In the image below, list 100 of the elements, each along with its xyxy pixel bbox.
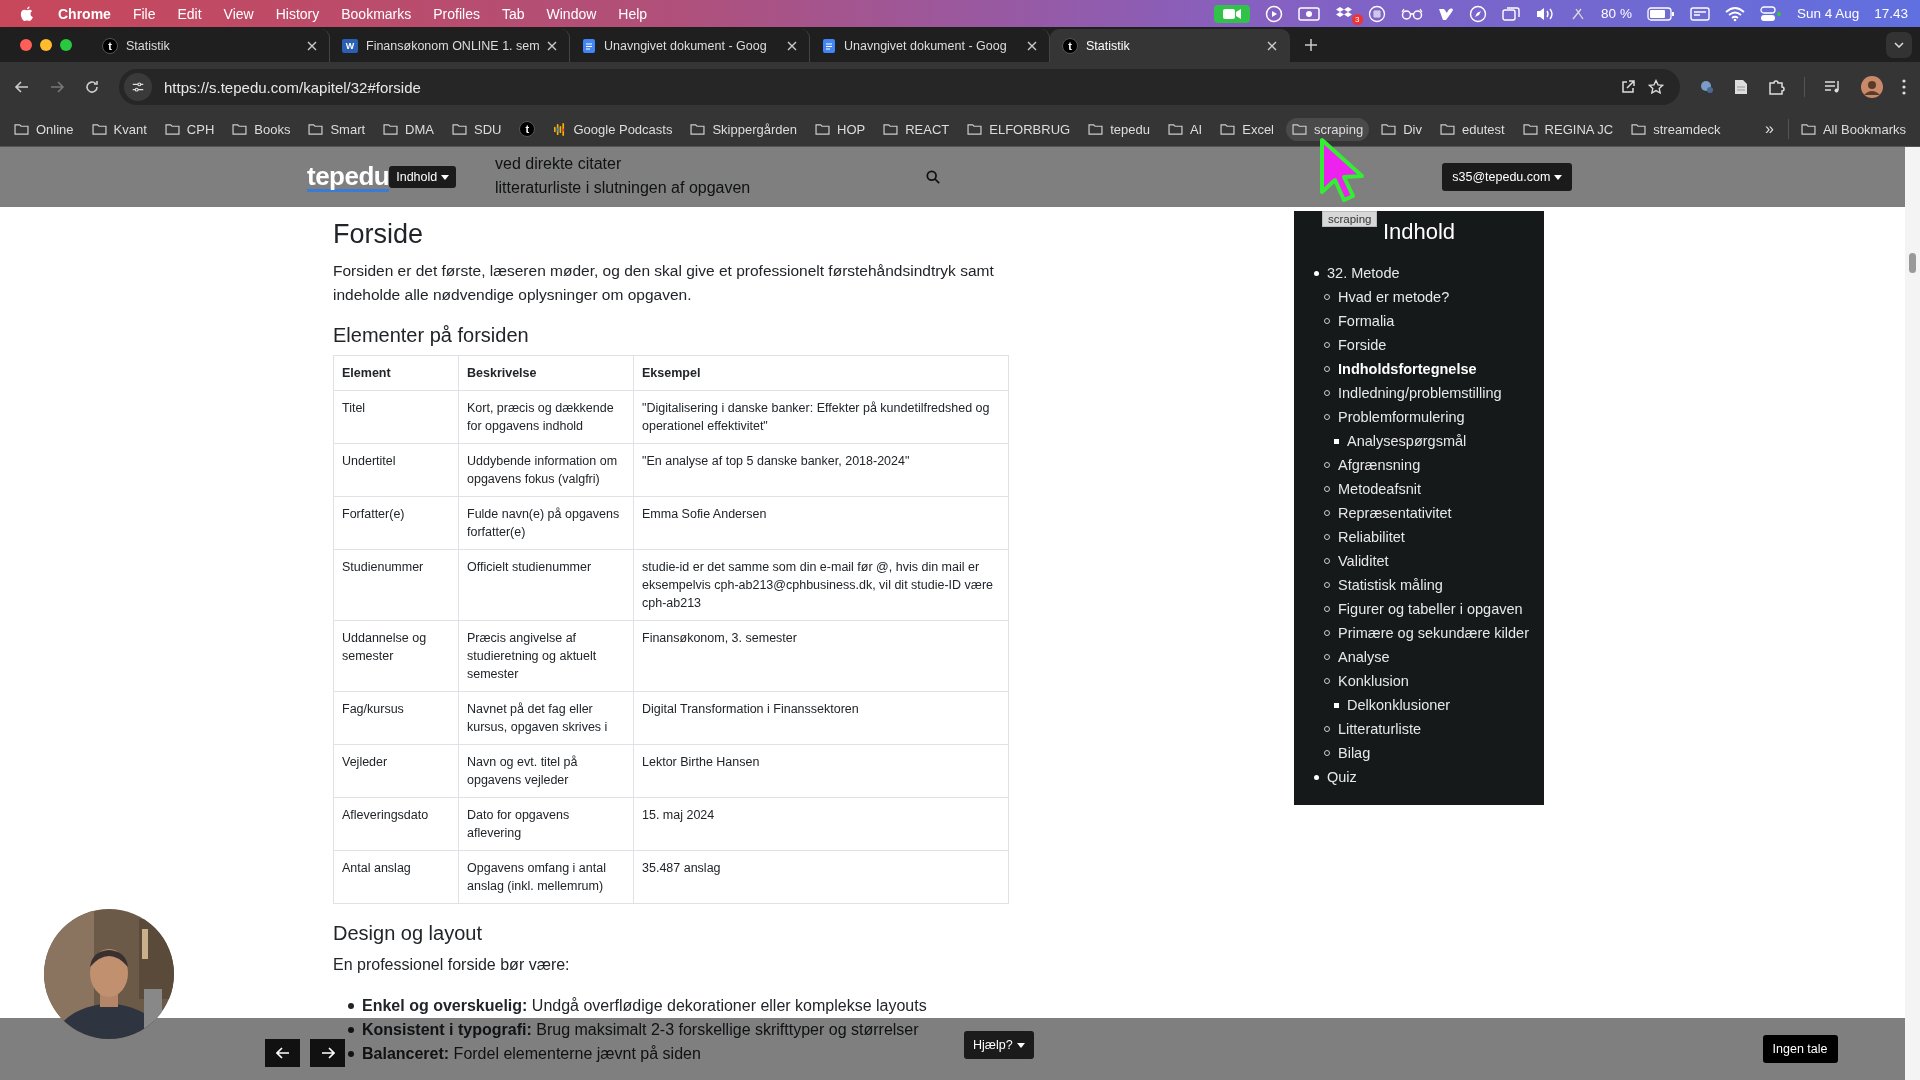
bookmark[interactable]: CPH — [158, 117, 221, 141]
bookmark[interactable]: SDU — [446, 117, 508, 141]
toc-link[interactable]: Konklusion — [1338, 673, 1409, 689]
new-tab-icon[interactable] — [1304, 37, 1318, 52]
close-icon[interactable] — [307, 40, 317, 51]
bookmark[interactable]: REACT — [877, 117, 956, 141]
replay-icon[interactable] — [1265, 4, 1284, 23]
bookmark[interactable]: Books — [226, 117, 297, 141]
bookmark[interactable]: scraping — [1286, 117, 1370, 141]
menu-bar-clock[interactable]: 17.43 — [1874, 6, 1908, 21]
toc-link[interactable]: Metodeafsnit — [1338, 481, 1422, 497]
id-card-icon[interactable] — [1689, 5, 1710, 22]
wifi-icon[interactable] — [1724, 5, 1745, 22]
search-icon[interactable] — [926, 170, 941, 184]
toc-link[interactable]: Afgrænsning — [1338, 457, 1421, 473]
bookmark[interactable]: tepedu — [1082, 117, 1156, 141]
toc-link[interactable]: Figurer og tabeller i opgaven — [1338, 601, 1523, 617]
zoom-window-icon[interactable] — [60, 38, 72, 51]
help-menu-button[interactable]: Hjælp? — [964, 1031, 1034, 1059]
page-icon[interactable] — [1734, 79, 1748, 95]
reload-icon[interactable] — [84, 79, 100, 95]
media-queue-icon[interactable] — [1824, 79, 1842, 95]
compass-icon[interactable] — [1469, 4, 1488, 23]
bookmark[interactable]: edutest — [1433, 117, 1511, 141]
close-icon[interactable] — [787, 40, 797, 51]
toc-link[interactable]: Reliabilitet — [1338, 529, 1405, 545]
toc-link[interactable]: Quiz — [1327, 769, 1357, 785]
video-icon[interactable] — [1298, 5, 1321, 22]
more-menu-icon[interactable] — [1902, 79, 1906, 95]
extension-icon[interactable] — [1699, 79, 1715, 95]
toc-link[interactable]: Indholdsfortegnelse — [1338, 361, 1477, 377]
contents-menu-button[interactable]: Indhold — [389, 166, 457, 188]
open-external-icon[interactable] — [1620, 79, 1636, 95]
toc-link[interactable]: Statistisk måling — [1338, 577, 1443, 593]
bookmark[interactable]: AI — [1161, 117, 1209, 141]
toc-link[interactable]: Analysespørgsmål — [1347, 433, 1467, 449]
bookmark[interactable]: ELFORBRUG — [961, 117, 1077, 141]
bookmark[interactable]: Google Podcasts — [547, 117, 679, 141]
address-bar[interactable]: https://s.tepedu.com/kapitel/32#forside — [119, 69, 1680, 105]
menu-bar-date[interactable]: Sun 4 Aug — [1796, 6, 1860, 21]
speech-button[interactable]: Ingen tale — [1762, 1035, 1838, 1063]
tab-search-button[interactable] — [1886, 32, 1912, 58]
menu-item[interactable]: Help — [618, 5, 648, 22]
battery-icon[interactable] — [1646, 6, 1675, 21]
close-window-icon[interactable] — [20, 38, 32, 51]
browser-tab[interactable]: t Statistik — [1050, 29, 1290, 62]
menu-item[interactable]: Edit — [177, 5, 202, 22]
bookmark[interactable]: Kvant — [85, 117, 153, 141]
toc-link[interactable]: 32. Metode — [1327, 265, 1400, 281]
menu-item[interactable]: Profiles — [433, 5, 480, 22]
toc-link[interactable]: Primære og sekundære kilder — [1338, 625, 1529, 641]
speaker-icon[interactable] — [1535, 5, 1556, 22]
toc-link[interactable]: Hvad er metode? — [1338, 289, 1450, 305]
bookmark[interactable]: streamdeck — [1625, 117, 1727, 141]
menu-item[interactable]: Window — [546, 5, 597, 22]
minimize-window-icon[interactable] — [40, 38, 52, 51]
menu-item[interactable]: History — [275, 5, 320, 22]
toc-link[interactable]: Indledning/problemstilling — [1338, 385, 1502, 401]
bookmark[interactable]: Online — [8, 117, 80, 141]
site-info-button[interactable] — [124, 73, 152, 101]
next-button[interactable] — [310, 1039, 345, 1067]
puzzle-icon[interactable] — [1767, 78, 1785, 96]
bookmark[interactable]: REGINA JC — [1516, 117, 1620, 141]
close-icon[interactable] — [547, 40, 557, 51]
previous-button[interactable] — [265, 1039, 300, 1067]
close-icon[interactable] — [1267, 40, 1277, 51]
bookmark[interactable]: Skippergården — [684, 117, 803, 141]
toc-link[interactable]: Forside — [1338, 337, 1387, 353]
scrollbar-thumb[interactable] — [1909, 253, 1916, 273]
apple-icon[interactable] — [20, 5, 34, 22]
facetime-button[interactable] — [1214, 4, 1251, 23]
user-menu-button[interactable]: s35@tepedu.com — [1442, 163, 1573, 191]
bookmark[interactable]: Div — [1375, 117, 1428, 141]
bookmark[interactable]: Excel — [1214, 117, 1280, 141]
menu-item[interactable]: File — [132, 5, 156, 22]
star-icon[interactable] — [1648, 79, 1664, 95]
menu-item[interactable]: Tab — [501, 5, 525, 22]
all-bookmarks-button[interactable]: All Bookmarks — [1794, 117, 1912, 141]
bookmark[interactable]: Smart — [302, 117, 372, 141]
bookmark[interactable]: t — [513, 117, 542, 141]
windows-icon[interactable] — [1502, 5, 1521, 22]
toc-link[interactable]: Delkonklusioner — [1347, 697, 1451, 713]
toc-link[interactable]: Bilag — [1338, 745, 1371, 761]
bookmark[interactable]: DMA — [377, 117, 440, 141]
profile-avatar[interactable] — [1861, 76, 1883, 98]
forward-icon[interactable] — [49, 79, 65, 95]
control-center-icon[interactable] — [1759, 5, 1782, 22]
menu-item[interactable]: View — [223, 5, 254, 22]
more-bookmarks-button[interactable]: » — [1757, 120, 1782, 138]
toc-link[interactable]: Analyse — [1338, 649, 1390, 665]
close-icon[interactable] — [1027, 40, 1037, 51]
toc-link[interactable]: Problemformulering — [1338, 409, 1465, 425]
toc-link[interactable]: Formalia — [1338, 313, 1395, 329]
app-menu[interactable]: Chrome — [58, 5, 111, 22]
grid-circle-icon[interactable] — [1368, 4, 1387, 23]
glasses-icon[interactable] — [1401, 7, 1424, 20]
toc-link[interactable]: Repræsentativitet — [1338, 505, 1452, 521]
toc-link[interactable]: Litteraturliste — [1338, 721, 1421, 737]
bookmark[interactable]: HOP — [809, 117, 872, 141]
toc-link[interactable]: Validitet — [1338, 553, 1389, 569]
